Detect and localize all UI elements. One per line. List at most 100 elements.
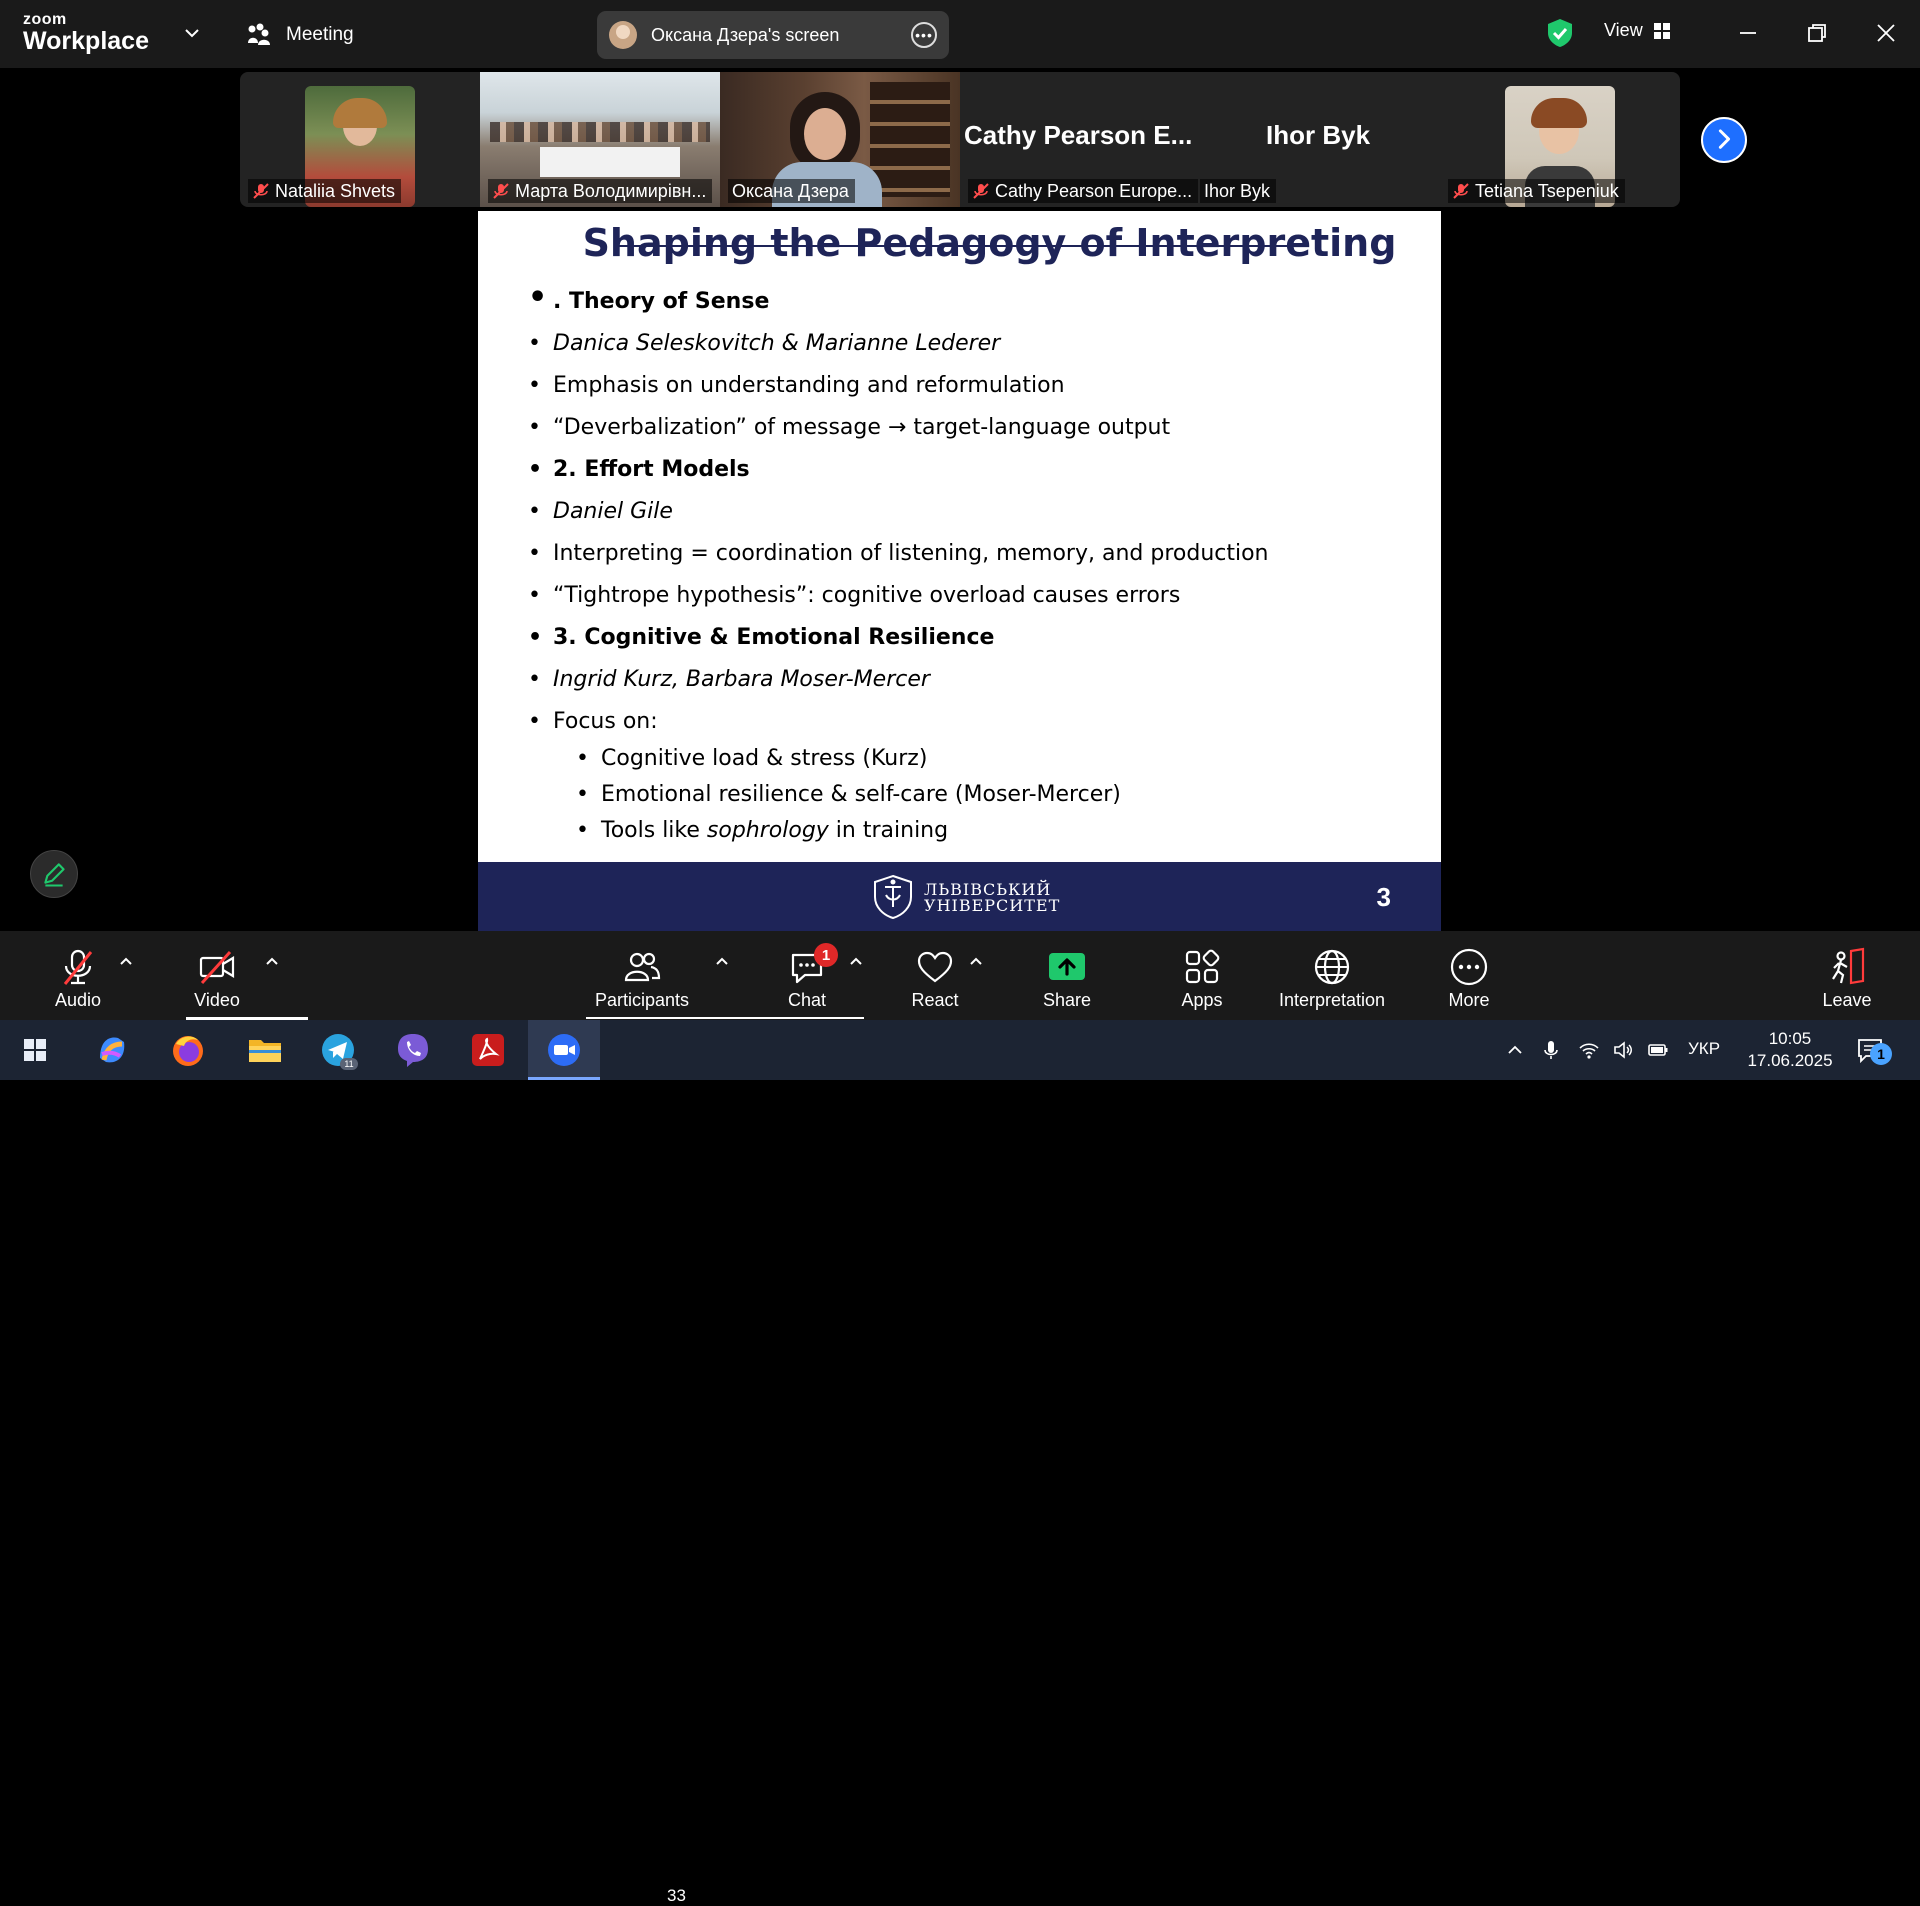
telegram-icon[interactable]: 11 [318,1030,358,1070]
sub-bullet-emphasis: sophrology [706,818,829,843]
more-options-icon[interactable]: ••• [911,22,937,48]
video-button[interactable]: Video [177,931,257,1020]
audio-button[interactable]: Audio [38,931,118,1020]
chevron-down-icon[interactable] [183,24,201,42]
sub-bullet-item: Tools like sophrology in training [576,813,1121,849]
meeting-label: Meeting [286,24,354,45]
windows-taskbar: 11 УКР 10:05 17.06.2025 [0,1020,1920,1080]
participant-name-tag: Ihor Byk [1200,179,1277,203]
participants-label: Participants [594,990,690,1010]
video-label: Video [194,990,240,1010]
restore-icon[interactable] [1802,18,1832,48]
input-language-indicator[interactable]: УКР [1688,1039,1720,1059]
title-bar: zoom Workplace Meeting Оксана Дзера's sc… [0,0,1920,68]
minimize-icon[interactable] [1733,18,1763,48]
grid-view-icon [1653,22,1670,39]
more-button[interactable]: More [1429,931,1509,1020]
react-options-caret-icon[interactable] [968,953,984,969]
react-button[interactable]: React [895,931,975,1020]
next-page-arrow-icon[interactable] [1701,117,1747,163]
more-dots-icon [1450,948,1488,986]
interpretation-label: Interpretation [1278,990,1386,1010]
chat-label: Chat [787,990,827,1010]
copilot-icon[interactable] [92,1030,132,1070]
participant-name: Nataliia Shvets [275,181,396,201]
slide-bullet-list: . Theory of Sense Danica Seleskovitch & … [528,277,1408,743]
logo-bottom-text: Workplace [23,27,149,55]
bullet-item: Focus on: [528,701,1408,743]
sub-bullet-item: Emotional resilience & self-care (Moser-… [576,777,1121,813]
participant-name-tag: Марта Володимирівн... [488,179,713,203]
telegram-unread-badge: 11 [344,1059,353,1069]
clock-date: 17.06.2025 [1747,1051,1833,1070]
participant-name: Tetiana Tsepeniuk [1475,181,1619,201]
bullet-item: Danica Seleskovitch & Marianne Lederer [528,323,1408,365]
presenter-avatar [609,21,637,49]
toolbar-group-underline [586,1017,864,1019]
battery-icon[interactable] [1647,1039,1669,1061]
volume-icon[interactable] [1612,1039,1634,1061]
bullet-item: . Theory of Sense [528,277,1408,323]
bullet-item: 3. Cognitive & Emotional Resilience [528,617,1408,659]
react-label: React [911,990,959,1010]
muted-microphone-icon [63,949,93,985]
presentation-slide: Shaping the Pedagogy of Interpreting . T… [478,211,1441,931]
security-shield-icon[interactable] [1546,18,1574,48]
chat-unread-badge: 1 [814,943,838,967]
participant-placeholder-name: Cathy Pearson E... [964,120,1193,150]
bullet-item: 2. Effort Models [528,449,1408,491]
participant-tile[interactable]: Ihor Byk Ihor Byk [1200,72,1440,207]
participant-name: Cathy Pearson Europe... [995,181,1193,201]
participant-name: Марта Володимирівн... [515,181,707,201]
slide-title: Shaping the Pedagogy of Interpreting [478,221,1441,265]
university-name: ЛЬВІВСЬКИЙ УНІВЕРСИТЕТ [924,882,1060,914]
firefox-icon[interactable] [168,1030,208,1070]
annotate-pencil-icon[interactable] [30,850,78,898]
viber-icon[interactable] [393,1030,433,1070]
zoom-app-icon [548,1034,580,1066]
share-button[interactable]: Share [1027,931,1107,1020]
participants-icon [624,952,661,982]
interpretation-button[interactable]: Interpretation [1272,931,1392,1020]
zoom-taskbar-item[interactable] [528,1020,600,1080]
slide-footer: ЛЬВІВСЬКИЙ УНІВЕРСИТЕТ 3 [478,862,1441,931]
leave-door-icon [1832,947,1865,985]
apps-button[interactable]: Apps [1162,931,1242,1020]
acrobat-reader-icon[interactable] [468,1030,508,1070]
participant-tile[interactable]: Cathy Pearson E... Cathy Pearson Europe.… [960,72,1200,207]
participant-tile-active-speaker[interactable]: Оксана Дзера [720,72,960,207]
network-icon[interactable] [1578,1039,1600,1061]
more-label: More [1448,990,1490,1010]
close-icon[interactable] [1871,18,1901,48]
meeting-icon [248,23,270,45]
screen-share-label: Оксана Дзера's screen [651,24,840,45]
bullet-item: Daniel Gile [528,491,1408,533]
participant-name: Оксана Дзера [732,181,849,201]
participant-name: Ihor Byk [1204,181,1271,201]
participant-tile[interactable]: Tetiana Tsepeniuk [1440,72,1680,207]
participants-options-caret-icon[interactable] [714,953,730,969]
audio-label: Audio [54,990,102,1010]
meeting-button[interactable]: Meeting [246,20,354,50]
file-explorer-icon[interactable] [245,1030,285,1070]
view-button[interactable]: View [1604,20,1671,41]
participant-name-tag: Tetiana Tsepeniuk [1448,179,1625,203]
leave-label: Leave [1822,990,1872,1010]
chat-button[interactable]: Chat [767,931,847,1020]
screen-share-indicator[interactable]: Оксана Дзера's screen ••• [597,11,949,59]
chat-options-caret-icon[interactable] [848,953,864,969]
participant-tile[interactable]: Марта Володимирівн... [480,72,720,207]
microphone-in-use-icon[interactable] [1540,1039,1562,1061]
leave-button[interactable]: Leave [1807,931,1887,1020]
participants-button[interactable]: Participants [590,931,694,1020]
show-hidden-icons-chevron-icon[interactable] [1504,1039,1526,1061]
muted-mic-icon [493,183,509,199]
video-off-icon [199,950,235,985]
windows-start-icon[interactable] [15,1030,55,1070]
system-clock[interactable]: 10:05 17.06.2025 [1740,1028,1840,1072]
bullet-item: Ingrid Kurz, Barbara Moser-Mercer [528,659,1408,701]
video-options-caret-icon[interactable] [264,953,280,969]
audio-options-caret-icon[interactable] [118,953,134,969]
apps-label: Apps [1181,990,1223,1010]
participant-tile[interactable]: Nataliia Shvets [240,72,480,207]
